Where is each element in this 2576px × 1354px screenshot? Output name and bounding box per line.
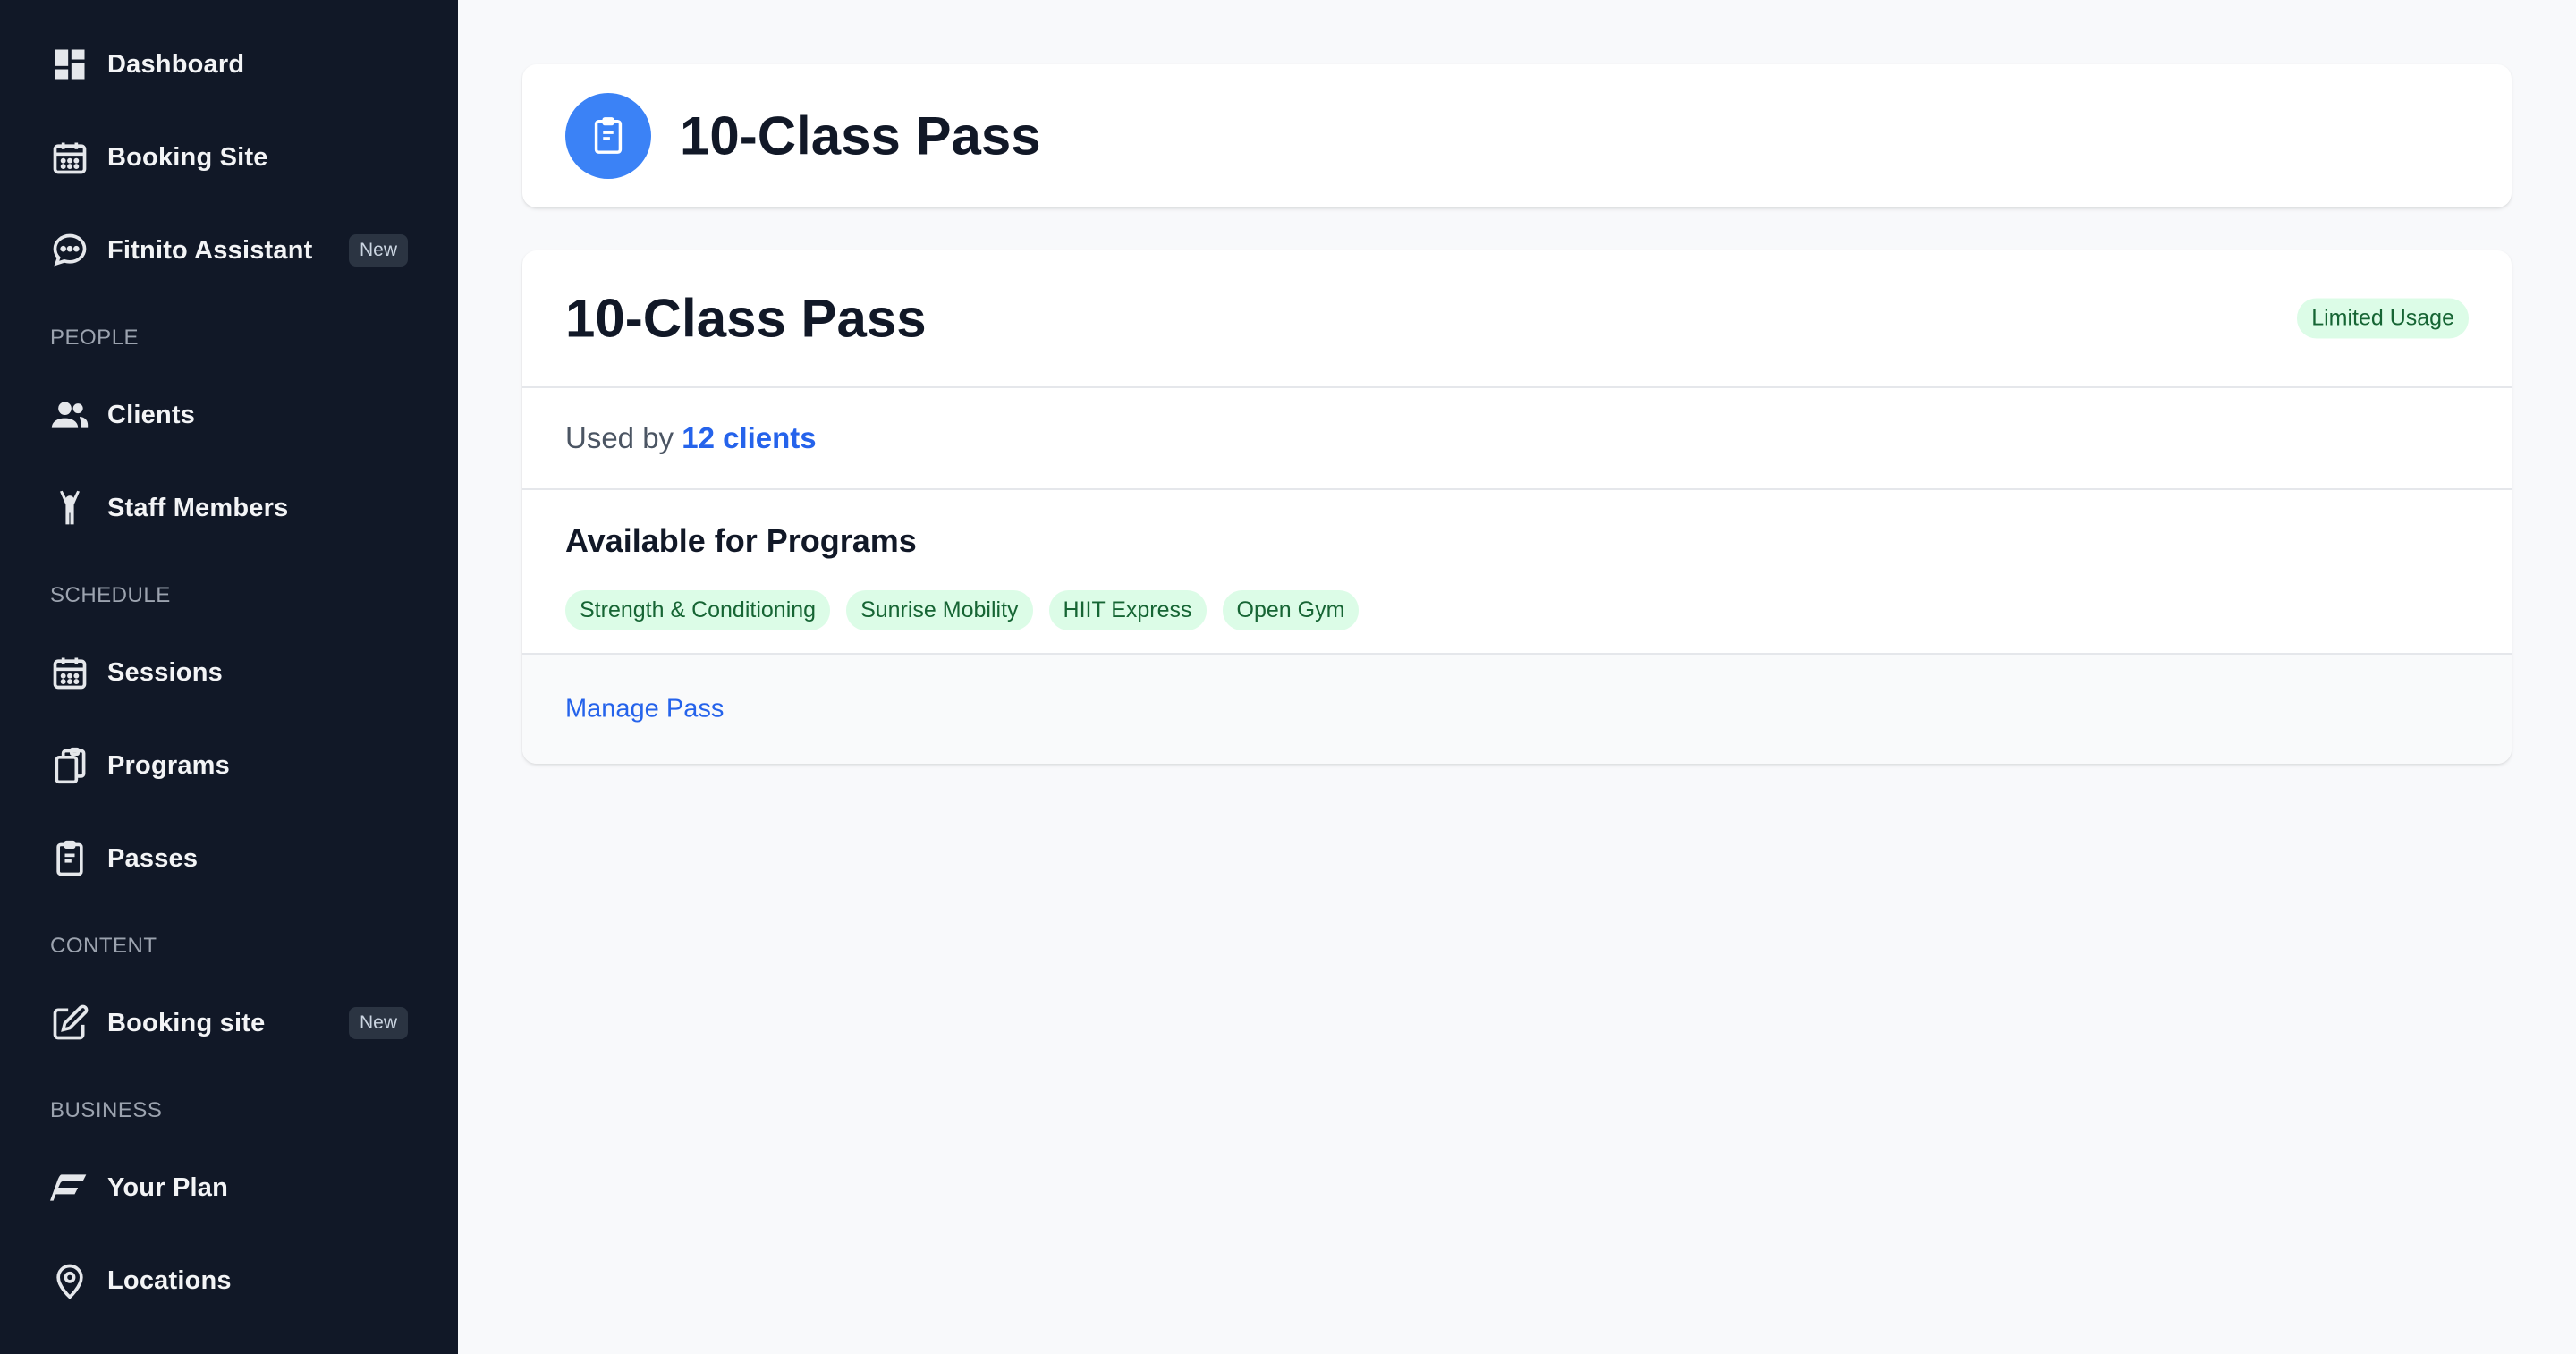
page-title: 10-Class Pass <box>680 106 1041 166</box>
programs-section: Available for Programs Strength & Condit… <box>522 490 2512 655</box>
program-tag: HIIT Express <box>1048 590 1207 630</box>
used-by-row: Used by 12 clients <box>522 388 2512 490</box>
sidebar-item-staff-members[interactable]: Staff Members <box>50 476 408 540</box>
page-header-card: 10-Class Pass <box>522 64 2512 207</box>
new-badge: New <box>348 1007 408 1039</box>
pass-detail-card: 10-Class Pass Limited Usage Used by 12 c… <box>522 250 2512 764</box>
programs-heading: Available for Programs <box>565 522 917 559</box>
sidebar-item-programs[interactable]: Programs <box>50 733 408 798</box>
program-tag: Sunrise Mobility <box>846 590 1033 630</box>
sidebar-item-label: Booking Site <box>107 142 268 172</box>
sidebar-item-booking-site-editor[interactable]: Booking site New <box>50 991 408 1055</box>
sidebar-item-booking-site[interactable]: Booking Site <box>50 125 408 190</box>
sidebar-item-label: Clients <box>107 400 196 429</box>
card-footer: Manage Pass <box>522 655 2512 764</box>
clients-link[interactable]: 12 clients <box>682 421 816 454</box>
map-pin-icon <box>50 1261 89 1300</box>
sidebar: Dashboard Booking Site Fitnito Assistant… <box>0 0 458 1354</box>
pass-title-row: 10-Class Pass Limited Usage <box>522 250 2512 388</box>
sidebar-item-passes[interactable]: Passes <box>50 826 408 891</box>
program-tags: Strength & Conditioning Sunrise Mobility… <box>565 590 1360 630</box>
program-tag: Strength & Conditioning <box>565 590 831 630</box>
brand-f-icon <box>50 1168 89 1207</box>
pass-clipboard-icon <box>565 93 651 179</box>
section-label-schedule: SCHEDULE <box>50 583 171 607</box>
chat-bubble-icon <box>50 231 89 270</box>
sidebar-item-sessions[interactable]: Sessions <box>50 640 408 705</box>
dashboard-icon <box>50 45 89 84</box>
usage-badge: Limited Usage <box>2297 298 2469 339</box>
edit-icon <box>50 1003 89 1043</box>
sidebar-item-label: Programs <box>107 750 230 780</box>
sidebar-item-label: Dashboard <box>107 49 245 79</box>
sidebar-item-label: Sessions <box>107 657 223 687</box>
sidebar-item-label: Passes <box>107 843 199 873</box>
sidebar-item-your-plan[interactable]: Your Plan <box>50 1155 408 1220</box>
sidebar-item-label: Your Plan <box>107 1172 229 1202</box>
users-icon <box>50 395 89 435</box>
manage-pass-link[interactable]: Manage Pass <box>565 695 724 724</box>
section-label-content: CONTENT <box>50 934 157 958</box>
used-by-prefix: Used by <box>565 421 674 454</box>
calendar-icon <box>50 138 89 177</box>
sidebar-item-label: Fitnito Assistant <box>107 235 313 265</box>
pass-clipboard-icon <box>50 839 89 878</box>
pass-title: 10-Class Pass <box>565 288 927 349</box>
section-label-business: BUSINESS <box>50 1098 163 1122</box>
program-tag: Open Gym <box>1222 590 1360 630</box>
sidebar-item-locations[interactable]: Locations <box>50 1248 408 1313</box>
new-badge: New <box>348 234 408 267</box>
sidebar-item-label: Staff Members <box>107 493 289 522</box>
calendar-icon <box>50 653 89 692</box>
sidebar-item-clients[interactable]: Clients <box>50 383 408 447</box>
used-by-text: Used by 12 clients <box>565 421 817 455</box>
sidebar-item-fitnito-assistant[interactable]: Fitnito Assistant New <box>50 218 408 283</box>
section-label-people: PEOPLE <box>50 326 140 350</box>
sidebar-item-label: Booking site <box>107 1008 266 1037</box>
person-arms-up-icon <box>50 488 89 528</box>
sidebar-item-dashboard[interactable]: Dashboard <box>50 32 408 97</box>
sidebar-item-label: Locations <box>107 1265 232 1295</box>
clipboard-copy-icon <box>50 746 89 785</box>
